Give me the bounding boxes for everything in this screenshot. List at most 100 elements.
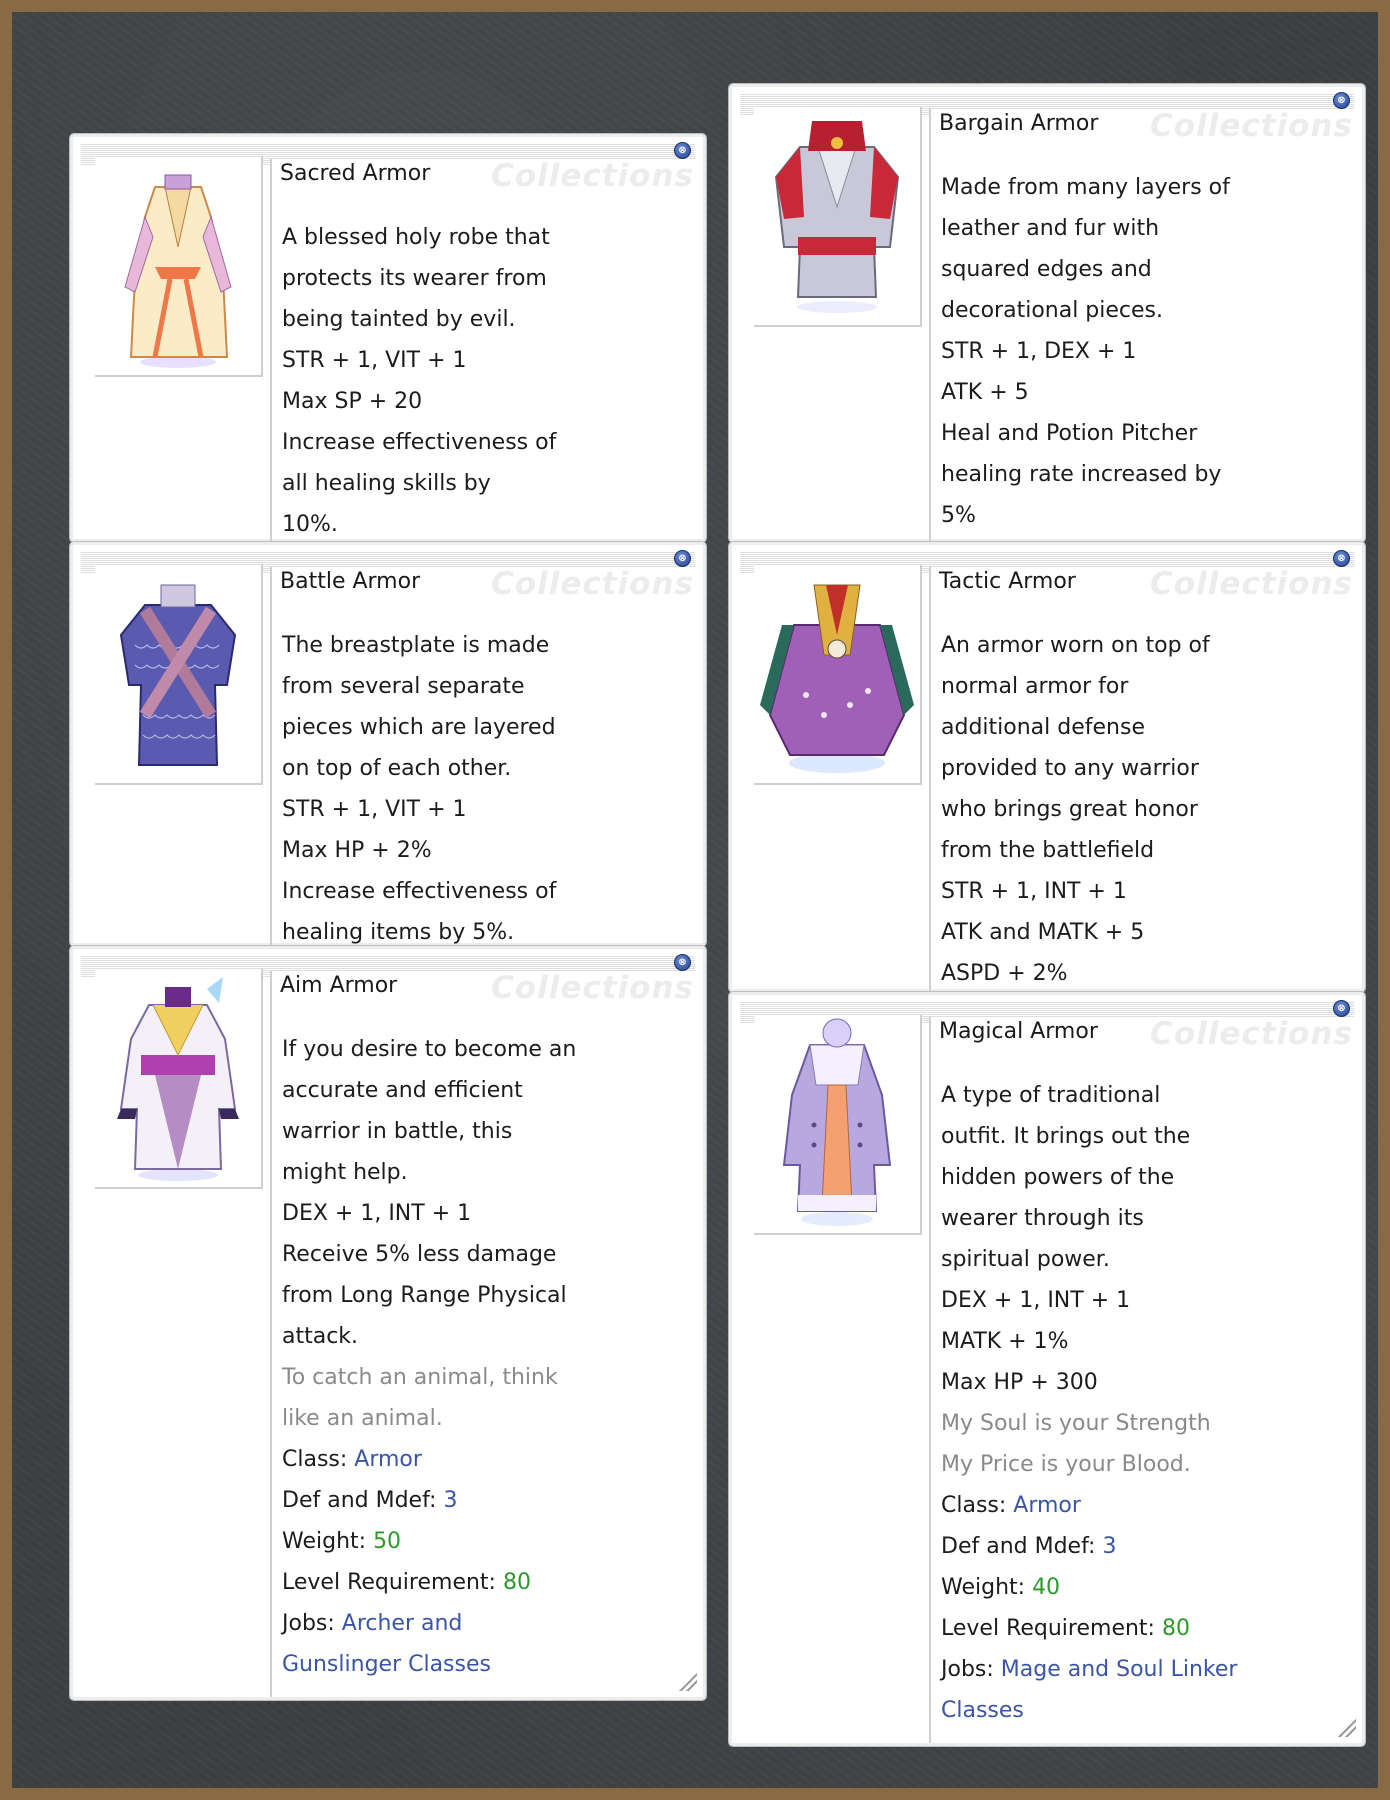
- close-icon[interactable]: ⊗: [1333, 550, 1350, 567]
- collections-watermark: Collections: [1150, 566, 1353, 602]
- close-icon[interactable]: ⊗: [674, 142, 691, 159]
- effect-line: Increase effectiveness of: [282, 430, 557, 455]
- stat-line: STR + 1, DEX + 1: [941, 339, 1137, 364]
- item-title: Tactic Armor: [939, 569, 1076, 594]
- item-window-aim-armor[interactable]: ⊗ Aim Armor Collections If you desire to…: [69, 945, 707, 1701]
- jobs-value: Mage and Soul Linker: [1000, 1657, 1238, 1682]
- level-value: 80: [1161, 1616, 1190, 1641]
- level-row: Level Requirement: 80: [941, 1608, 1352, 1649]
- item-title-area: Sacred Armor Collections: [270, 158, 702, 194]
- item-title-area: Magical Armor Collections: [929, 1016, 1361, 1052]
- weight-label: Weight:: [941, 1575, 1033, 1600]
- stat-line: Max HP + 2%: [282, 838, 432, 863]
- chalkboard-background: ⊗ Sacred Armor Collections A blessed hol…: [12, 12, 1378, 1788]
- description-line: squared edges and: [941, 257, 1152, 282]
- description-line: warrior in battle, this: [282, 1119, 513, 1144]
- description-line: A blessed holy robe that: [282, 225, 550, 250]
- item-window-magical-armor[interactable]: ⊗ Magical Armor Collections A type of tr…: [728, 991, 1366, 1747]
- resize-grip-icon[interactable]: [1336, 1717, 1356, 1737]
- description-line: being tainted by evil.: [282, 307, 516, 332]
- class-value: Armor: [354, 1447, 422, 1472]
- jobs-value: Classes: [941, 1698, 1024, 1723]
- item-title: Aim Armor: [280, 973, 398, 998]
- item-title: Magical Armor: [939, 1019, 1098, 1044]
- item-description: An armor worn on top of normal armor for…: [929, 573, 1362, 1006]
- def-row: Def and Mdef: 3: [282, 1480, 693, 1521]
- close-icon[interactable]: ⊗: [674, 550, 691, 567]
- collections-watermark: Collections: [1150, 1016, 1353, 1052]
- effect-line: 10%.: [282, 512, 338, 537]
- jobs-label: Jobs:: [282, 1611, 342, 1636]
- weight-value: 50: [373, 1529, 402, 1554]
- description-line: provided to any warrior: [941, 756, 1199, 781]
- jobs-row: Jobs: Archer and: [282, 1603, 693, 1644]
- stat-line: MATK + 1%: [941, 1329, 1069, 1354]
- item-image: [95, 565, 263, 785]
- item-title-area: Tactic Armor Collections: [929, 566, 1361, 602]
- description-line: A type of traditional: [941, 1083, 1161, 1108]
- close-icon[interactable]: ⊗: [1333, 1000, 1350, 1017]
- effect-line: from Long Range Physical: [282, 1283, 567, 1308]
- stat-line: Max SP + 20: [282, 389, 423, 414]
- collections-watermark: Collections: [491, 566, 694, 602]
- flavor-quote-line: My Soul is your Strength: [941, 1411, 1211, 1436]
- item-title: Sacred Armor: [280, 161, 431, 186]
- item-window-battle-armor[interactable]: ⊗ Battle Armor Collections The breastpla…: [69, 541, 707, 965]
- class-row: Class: Armor: [282, 1439, 693, 1480]
- item-title: Bargain Armor: [939, 111, 1099, 136]
- level-row: Level Requirement: 80: [282, 1562, 693, 1603]
- item-title-area: Bargain Armor Collections: [929, 108, 1361, 144]
- stat-line: ATK and MATK + 5: [941, 920, 1145, 945]
- def-row: Def and Mdef: 3: [941, 1526, 1352, 1567]
- item-description: The breastplate is made from several sep…: [270, 573, 703, 965]
- item-window-bargain-armor[interactable]: ⊗ Bargain Armor Collections Made from ma…: [728, 83, 1366, 548]
- item-title-area: Battle Armor Collections: [270, 566, 702, 602]
- item-title: Battle Armor: [280, 569, 421, 594]
- description-line: Made from many layers of: [941, 175, 1230, 200]
- description-line: An armor worn on top of: [941, 633, 1210, 658]
- def-value: 3: [1102, 1534, 1117, 1559]
- resize-grip-icon[interactable]: [677, 1671, 697, 1691]
- class-label: Class:: [282, 1447, 355, 1472]
- close-icon[interactable]: ⊗: [1333, 92, 1350, 109]
- item-window-tactic-armor[interactable]: ⊗ Tactic Armor Collections An armor worn…: [728, 541, 1366, 1006]
- jobs-row-continued: Gunslinger Classes: [282, 1644, 693, 1685]
- description-line: from several separate: [282, 674, 525, 699]
- description-line: additional defense: [941, 715, 1145, 740]
- item-image: [754, 565, 922, 785]
- stat-line: Max HP + 300: [941, 1370, 1098, 1395]
- left-column: ⊗ Sacred Armor Collections A blessed hol…: [69, 133, 707, 1701]
- jobs-row: Jobs: Mage and Soul Linker: [941, 1649, 1352, 1690]
- class-value: Armor: [1013, 1493, 1081, 1518]
- effect-line: all healing skills by: [282, 471, 491, 496]
- description-line: wearer through its: [941, 1206, 1144, 1231]
- description-line: outfit. It brings out the: [941, 1124, 1191, 1149]
- stat-line: STR + 1, VIT + 1: [282, 797, 467, 822]
- description-line: accurate and efficient: [282, 1078, 523, 1103]
- item-title-area: Aim Armor Collections: [270, 970, 702, 1006]
- item-image: [95, 157, 263, 377]
- weight-row: Weight: 50: [282, 1521, 693, 1562]
- item-description: If you desire to become an accurate and …: [270, 977, 703, 1697]
- collections-watermark: Collections: [1150, 108, 1353, 144]
- stat-line: DEX + 1, INT + 1: [282, 1201, 472, 1226]
- effect-line: Heal and Potion Pitcher: [941, 421, 1198, 446]
- weight-row: Weight: 40: [941, 1567, 1352, 1608]
- item-image: [95, 969, 263, 1189]
- close-icon[interactable]: ⊗: [674, 954, 691, 971]
- class-label: Class:: [941, 1493, 1014, 1518]
- item-description: A type of traditional outfit. It brings …: [929, 1023, 1362, 1743]
- battle-armor-icon: [119, 584, 237, 766]
- flavor-quote-line: My Price is your Blood.: [941, 1452, 1191, 1477]
- collections-watermark: Collections: [491, 158, 694, 194]
- description-line: If you desire to become an: [282, 1037, 577, 1062]
- right-column: ⊗ Bargain Armor Collections Made from ma…: [728, 83, 1366, 1747]
- effect-line: attack.: [282, 1324, 359, 1349]
- stat-line: DEX + 1, INT + 1: [941, 1288, 1131, 1313]
- effect-line: 5%: [941, 503, 976, 528]
- def-label: Def and Mdef:: [941, 1534, 1103, 1559]
- level-label: Level Requirement:: [282, 1570, 503, 1595]
- item-window-sacred-armor[interactable]: ⊗ Sacred Armor Collections A blessed hol…: [69, 133, 707, 557]
- flavor-quote-line: like an animal.: [282, 1406, 443, 1431]
- description-line: leather and fur with: [941, 216, 1160, 241]
